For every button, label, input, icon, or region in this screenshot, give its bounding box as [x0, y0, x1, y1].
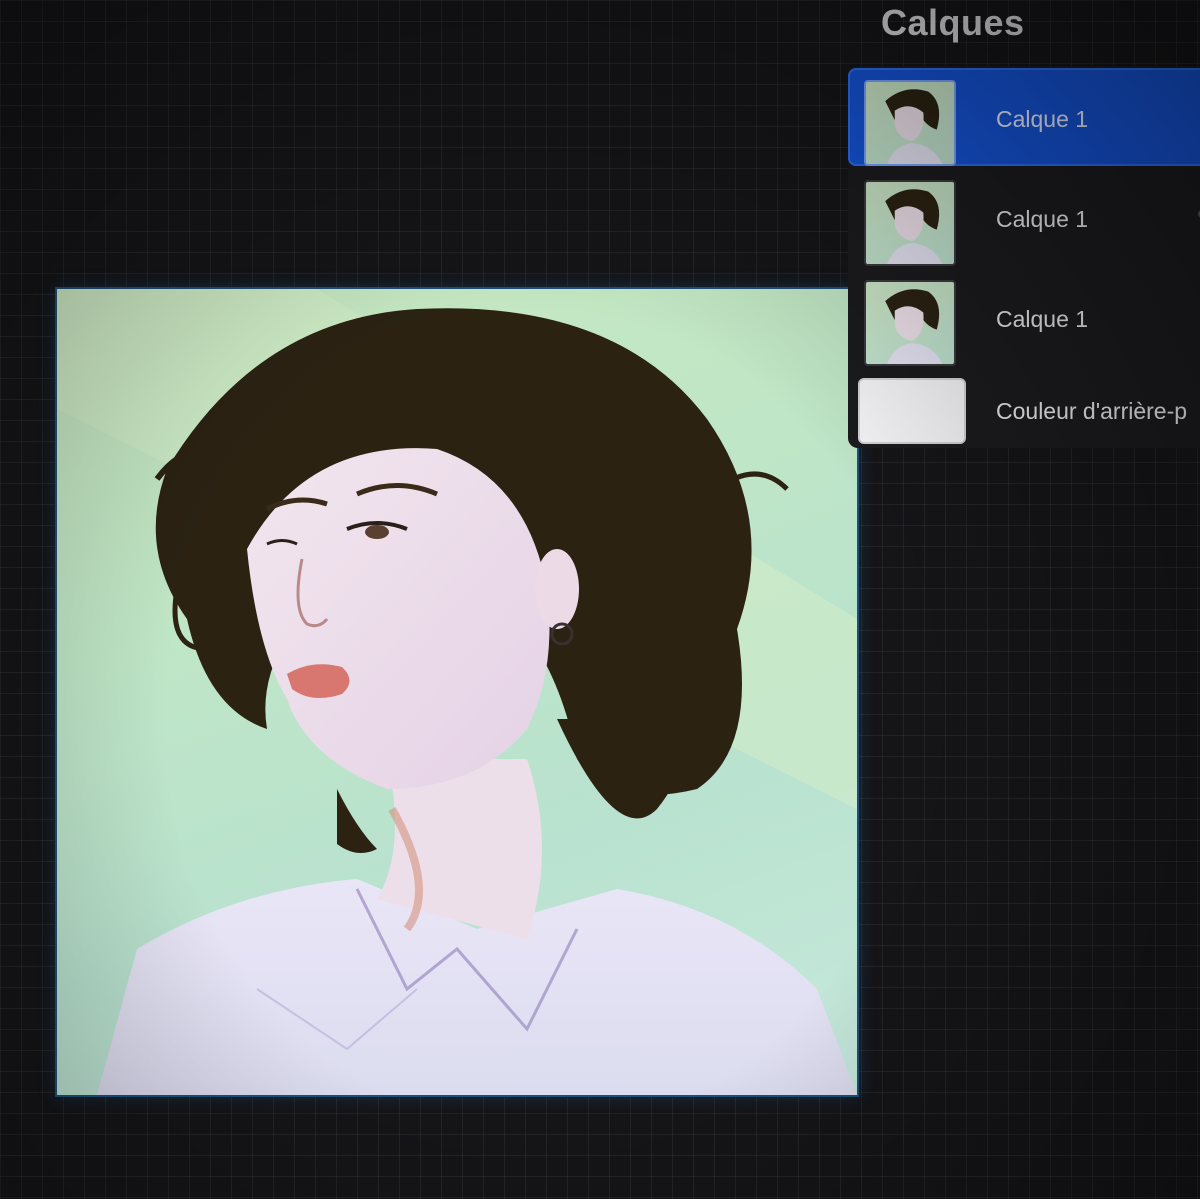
layer-name: Calque 1	[996, 306, 1089, 332]
layer-row[interactable]: Calque 1	[848, 268, 1200, 366]
layers-panel: Calque 1 Calque 1 Calque 1 Couleur d'arr…	[848, 66, 1200, 448]
layer-row[interactable]: Calque 1	[848, 168, 1200, 266]
layer-name: Couleur d'arrière-p	[996, 398, 1188, 424]
background-color-swatch	[858, 378, 966, 444]
layer-row-background-color[interactable]: Couleur d'arrière-p	[848, 368, 1200, 448]
portrait-artwork	[57, 289, 857, 1095]
layer-thumbnail	[864, 280, 956, 366]
layer-name: Calque 1	[996, 206, 1089, 232]
layers-panel-title: Calques	[881, 2, 1025, 43]
layer-row[interactable]: Calque 1	[848, 68, 1200, 166]
layer-thumbnail	[864, 80, 956, 166]
layer-name: Calque 1	[996, 106, 1089, 132]
layer-thumbnail	[864, 180, 956, 266]
drawing-canvas[interactable]	[57, 289, 857, 1095]
